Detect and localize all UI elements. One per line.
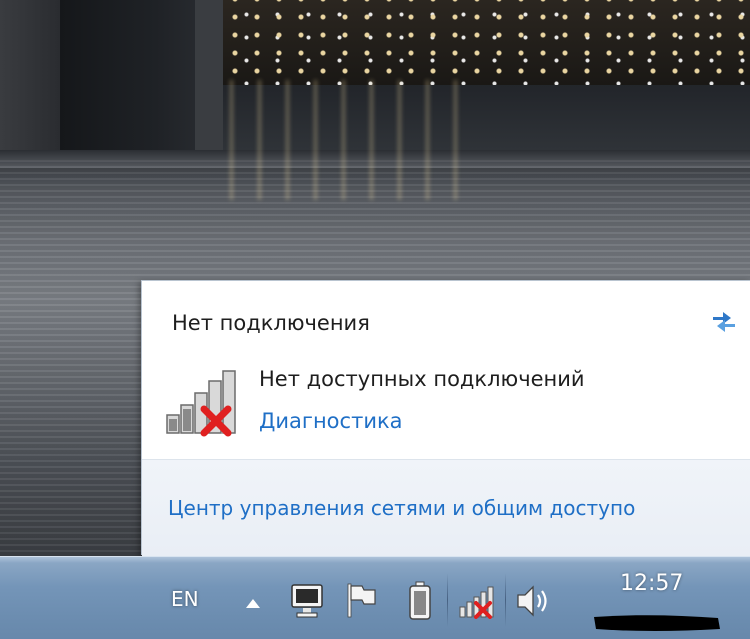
no-connections-status: Нет доступных подключений bbox=[259, 367, 585, 391]
date-redaction bbox=[592, 613, 722, 633]
monitor-icon[interactable] bbox=[290, 583, 324, 623]
network-no-connection-icon[interactable] bbox=[458, 585, 498, 623]
speaker-icon[interactable] bbox=[514, 583, 554, 623]
tray-divider bbox=[447, 573, 448, 627]
wallpaper-city-lights bbox=[220, 0, 750, 85]
chevron-up-icon[interactable] bbox=[244, 595, 262, 614]
language-indicator[interactable]: EN bbox=[171, 587, 199, 611]
battery-icon[interactable] bbox=[408, 581, 432, 625]
wallpaper-pillar-edge bbox=[195, 0, 223, 160]
refresh-icon[interactable] bbox=[707, 303, 741, 337]
flyout-title: Нет подключения bbox=[172, 311, 370, 335]
screen: Нет подключения Нет доступных подключени… bbox=[0, 0, 750, 639]
flyout-footer: Центр управления сетями и общим доступо bbox=[142, 459, 750, 557]
network-center-link[interactable]: Центр управления сетями и общим доступо bbox=[168, 496, 635, 520]
tray-divider bbox=[505, 573, 506, 627]
wallpaper-light-reflection bbox=[230, 80, 460, 200]
wallpaper-bridge-pillar bbox=[0, 0, 60, 150]
flag-icon[interactable] bbox=[344, 581, 378, 623]
clock-time[interactable]: 12:57 bbox=[620, 571, 683, 596]
network-flyout: Нет подключения Нет доступных подключени… bbox=[141, 280, 750, 557]
diagnostics-link[interactable]: Диагностика bbox=[259, 409, 403, 433]
signal-no-connection-icon bbox=[164, 369, 244, 439]
